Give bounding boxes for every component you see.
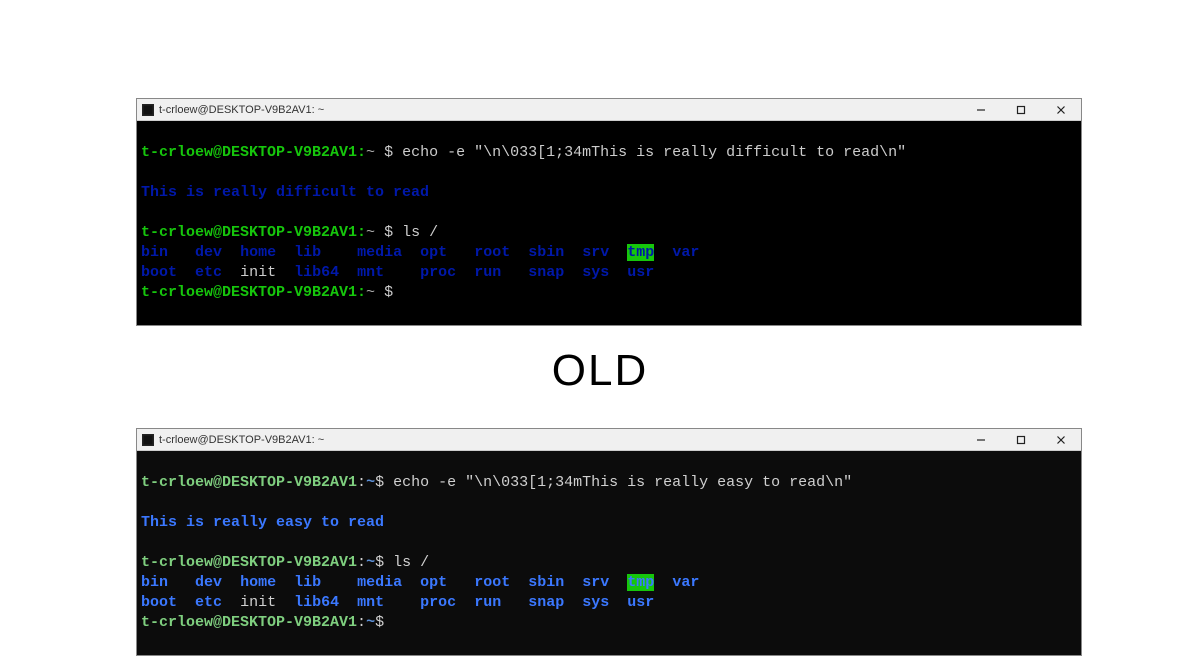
- command-echo: echo -e "\n\033[1;34mThis is really diff…: [402, 144, 906, 161]
- dir-sbin: sbin: [528, 244, 564, 261]
- colon: :: [357, 614, 366, 631]
- terminal-window-old: t-crloew@DESKTOP-V9B2AV1: ~ t-crloew@DES…: [136, 98, 1082, 326]
- terminal-content-new[interactable]: t-crloew@DESKTOP-V9B2AV1:~$ echo -e "\n\…: [137, 451, 1081, 655]
- dir-boot: boot: [141, 264, 177, 281]
- terminal-app-icon: [141, 433, 155, 447]
- dir-run: run: [474, 594, 501, 611]
- maximize-button[interactable]: [1001, 99, 1041, 121]
- dir-srv: srv: [582, 574, 609, 591]
- dir-var: var: [672, 244, 699, 261]
- dir-sys: sys: [582, 264, 609, 281]
- command-ls: ls /: [393, 554, 429, 571]
- prompt-user: t-crloew@DESKTOP-V9B2AV1:: [141, 144, 366, 161]
- dir-snap: snap: [528, 594, 564, 611]
- dir-mnt: mnt: [357, 264, 384, 281]
- prompt-line-1: t-crloew@DESKTOP-V9B2AV1:~$ echo -e "\n\…: [141, 474, 852, 491]
- dir-srv: srv: [582, 244, 609, 261]
- command-ls: ls /: [402, 224, 438, 241]
- dir-media: media: [357, 574, 402, 591]
- prompt-user: t-crloew@DESKTOP-V9B2AV1:: [141, 284, 366, 301]
- ls-row-1: bin dev home lib media opt root sbin srv…: [141, 574, 699, 591]
- dir-lib: lib: [294, 244, 321, 261]
- echo-output: This is really easy to read: [141, 514, 384, 531]
- dollar: $: [384, 284, 402, 301]
- colon: :: [357, 554, 366, 571]
- prompt-user: t-crloew@DESKTOP-V9B2AV1: [141, 474, 357, 491]
- dir-tmp: tmp: [627, 244, 654, 261]
- terminal-content-old[interactable]: t-crloew@DESKTOP-V9B2AV1:~ $ echo -e "\n…: [137, 121, 1081, 325]
- prompt-user: t-crloew@DESKTOP-V9B2AV1: [141, 554, 357, 571]
- prompt-path: ~: [366, 614, 375, 631]
- comparison-label: OLD: [0, 346, 1200, 396]
- dir-home: home: [240, 244, 276, 261]
- command-echo: echo -e "\n\033[1;34mThis is really easy…: [393, 474, 852, 491]
- dir-proc: proc: [420, 264, 456, 281]
- ls-row-1: bin dev home lib media opt root sbin srv…: [141, 244, 699, 261]
- prompt-user: t-crloew@DESKTOP-V9B2AV1:: [141, 224, 366, 241]
- minimize-button[interactable]: [961, 99, 1001, 121]
- prompt-path: ~: [366, 284, 375, 301]
- dollar: $: [384, 224, 402, 241]
- colon: :: [357, 474, 366, 491]
- dollar: $: [375, 614, 384, 631]
- file-init: init: [240, 594, 276, 611]
- prompt-line-3: t-crloew@DESKTOP-V9B2AV1:~$: [141, 614, 384, 631]
- close-button[interactable]: [1041, 99, 1081, 121]
- dir-etc: etc: [195, 264, 222, 281]
- dir-lib: lib: [294, 574, 321, 591]
- dir-opt: opt: [420, 244, 447, 261]
- dir-opt: opt: [420, 574, 447, 591]
- dollar: $: [375, 474, 393, 491]
- dir-run: run: [474, 264, 501, 281]
- ls-row-2: boot etc init lib64 mnt proc run snap sy…: [141, 594, 654, 611]
- ls-row-2: boot etc init lib64 mnt proc run snap sy…: [141, 264, 654, 281]
- dir-usr: usr: [627, 594, 654, 611]
- maximize-button[interactable]: [1001, 429, 1041, 451]
- window-title: t-crloew@DESKTOP-V9B2AV1: ~: [159, 434, 324, 446]
- dollar: $: [375, 554, 393, 571]
- dir-lib64: lib64: [294, 264, 339, 281]
- dir-media: media: [357, 244, 402, 261]
- dir-sys: sys: [582, 594, 609, 611]
- dir-home: home: [240, 574, 276, 591]
- dir-lib64: lib64: [294, 594, 339, 611]
- prompt-line-1: t-crloew@DESKTOP-V9B2AV1:~ $ echo -e "\n…: [141, 144, 906, 161]
- dir-etc: etc: [195, 594, 222, 611]
- titlebar-new: t-crloew@DESKTOP-V9B2AV1: ~: [137, 429, 1081, 451]
- dir-root: root: [474, 574, 510, 591]
- dir-snap: snap: [528, 264, 564, 281]
- dir-bin: bin: [141, 244, 168, 261]
- echo-output: This is really difficult to read: [141, 184, 429, 201]
- titlebar-old: t-crloew@DESKTOP-V9B2AV1: ~: [137, 99, 1081, 121]
- dir-tmp: tmp: [627, 574, 654, 591]
- dir-proc: proc: [420, 594, 456, 611]
- prompt-path: ~: [366, 224, 375, 241]
- dir-sbin: sbin: [528, 574, 564, 591]
- dir-mnt: mnt: [357, 594, 384, 611]
- prompt-path: ~: [366, 474, 375, 491]
- terminal-app-icon: [141, 103, 155, 117]
- dir-dev: dev: [195, 244, 222, 261]
- prompt-line-2: t-crloew@DESKTOP-V9B2AV1:~ $ ls /: [141, 224, 438, 241]
- prompt-path: ~: [366, 144, 375, 161]
- close-button[interactable]: [1041, 429, 1081, 451]
- prompt-line-2: t-crloew@DESKTOP-V9B2AV1:~$ ls /: [141, 554, 429, 571]
- dir-dev: dev: [195, 574, 222, 591]
- file-init: init: [240, 264, 276, 281]
- dir-bin: bin: [141, 574, 168, 591]
- dir-boot: boot: [141, 594, 177, 611]
- minimize-button[interactable]: [961, 429, 1001, 451]
- dir-root: root: [474, 244, 510, 261]
- prompt-path: ~: [366, 554, 375, 571]
- dir-var: var: [672, 574, 699, 591]
- dollar: $: [384, 144, 402, 161]
- window-title: t-crloew@DESKTOP-V9B2AV1: ~: [159, 104, 324, 116]
- terminal-window-new: t-crloew@DESKTOP-V9B2AV1: ~ t-crloew@DES…: [136, 428, 1082, 656]
- prompt-line-3: t-crloew@DESKTOP-V9B2AV1:~ $: [141, 284, 402, 301]
- prompt-user: t-crloew@DESKTOP-V9B2AV1: [141, 614, 357, 631]
- dir-usr: usr: [627, 264, 654, 281]
